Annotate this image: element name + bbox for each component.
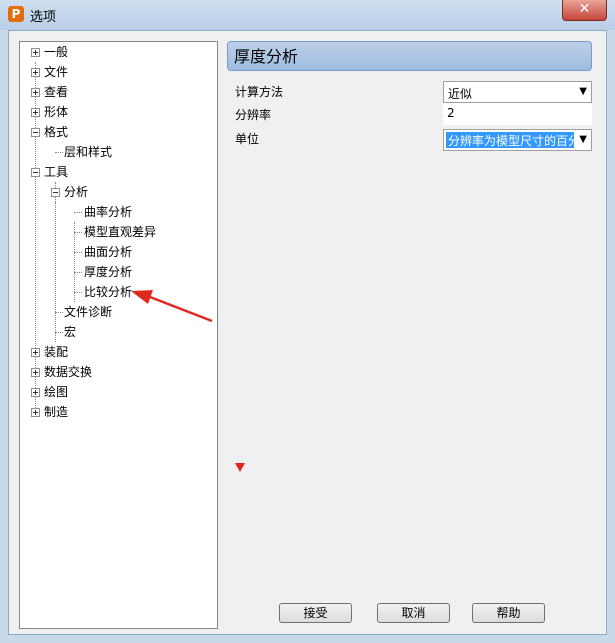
options-dialog: P 选项 ✕ 一般 文件 查看 形体 格式 层和样式 工具 分析 曲率分析 模型… — [0, 0, 615, 643]
annotation-arrow-icon — [131, 290, 213, 323]
